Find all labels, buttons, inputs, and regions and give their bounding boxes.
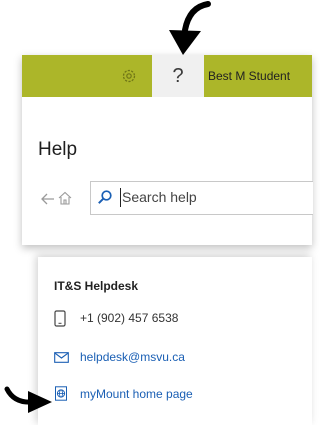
help-icon: ? — [172, 64, 184, 87]
mail-icon — [54, 352, 69, 363]
gear-icon — [122, 69, 136, 83]
helpdesk-card: IT&S Helpdesk +1 (902) 457 6538 helpdesk… — [38, 257, 312, 425]
phone-icon — [54, 310, 66, 327]
helpdesk-email-link[interactable]: helpdesk@msvu.ca — [80, 350, 185, 364]
search-icon — [98, 190, 112, 204]
page-title: Help — [38, 139, 78, 160]
user-name[interactable]: Best M Student — [208, 55, 290, 97]
pointer-arrow-icon — [169, 1, 211, 55]
helpdesk-title: IT&S Helpdesk — [54, 279, 139, 293]
globe-icon — [55, 386, 67, 401]
text-caret — [120, 188, 121, 207]
search-input[interactable]: Search help — [90, 181, 313, 215]
mymount-home-link[interactable]: myMount home page — [80, 387, 193, 401]
help-button[interactable]: ? — [152, 55, 204, 97]
pointer-arrow-icon — [4, 386, 52, 413]
search-placeholder: Search help — [122, 189, 197, 205]
help-window: ? Best M Student Help Search help — [22, 55, 313, 245]
title-bar: ? Best M Student — [22, 55, 312, 97]
back-arrow-icon[interactable] — [40, 191, 56, 207]
home-icon[interactable] — [57, 190, 73, 206]
helpdesk-phone: +1 (902) 457 6538 — [80, 311, 179, 325]
settings-button[interactable] — [107, 55, 151, 97]
